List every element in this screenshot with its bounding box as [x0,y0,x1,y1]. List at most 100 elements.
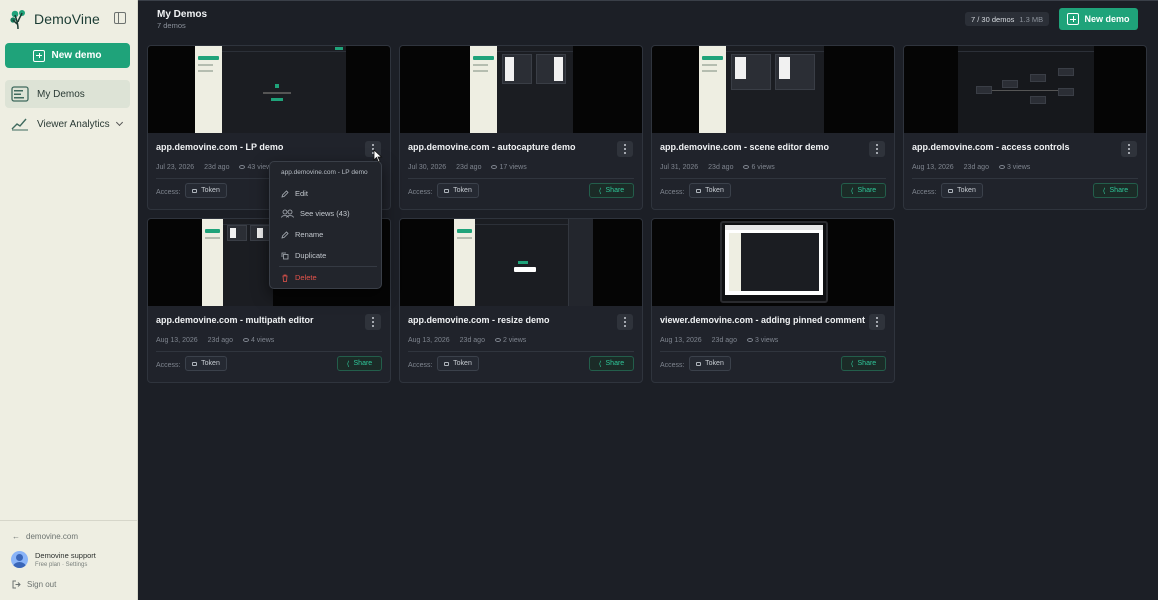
token-access-button[interactable]: Token [437,356,479,371]
eye-icon [743,165,750,170]
token-label: Token [453,187,472,194]
sidebar-item-my-demos[interactable]: My Demos [5,80,130,108]
arrow-left-icon: ← [12,532,20,541]
demo-meta: Jul 30, 2026 23d ago 17 views [408,164,527,171]
card-divider [660,178,886,179]
demo-title[interactable]: app.demovine.com - resize demo [408,315,550,325]
demo-date: Aug 13, 2026 [660,337,702,344]
menu-item-label: Delete [295,273,317,282]
more-options-button[interactable] [869,141,885,157]
token-access-button[interactable]: Token [941,183,983,198]
laptop-mockup [720,221,828,303]
demo-card[interactable]: app.demovine.com - scene editor demo Jul… [651,45,895,210]
demo-date: Aug 13, 2026 [156,337,198,344]
demo-thumbnail[interactable] [652,219,894,306]
share-button[interactable]: ⟨ Share [841,356,886,371]
lock-icon [192,361,198,366]
view-count: 3 views [998,164,1030,171]
menu-item-see-views[interactable]: See views (43) [281,209,350,218]
quota-badge: 7 / 30 demos 1.3 MB [965,12,1050,26]
sign-out-button[interactable]: Sign out [12,580,56,589]
demo-title[interactable]: app.demovine.com - autocapture demo [408,142,576,152]
more-options-button[interactable] [365,314,381,330]
share-button[interactable]: ⟨ Share [337,356,382,371]
more-options-button[interactable] [869,314,885,330]
sidebar-item-label: Viewer Analytics [37,118,110,130]
analytics-chart-icon [11,118,28,131]
mouse-cursor-icon [373,149,383,163]
access-label: Access: [912,189,937,196]
demo-title[interactable]: app.demovine.com - LP demo [156,142,283,152]
demo-title[interactable]: app.demovine.com - access controls [912,142,1070,152]
demo-card[interactable]: app.demovine.com - resize demo Aug 13, 2… [399,218,643,383]
sidebar-item-viewer-analytics[interactable]: Viewer Analytics [5,110,130,138]
demo-thumbnail[interactable] [148,46,390,133]
pencil-icon [281,230,289,239]
share-label: Share [353,360,373,367]
menu-item-label: Edit [295,189,308,198]
share-button[interactable]: ⟨ Share [841,183,886,198]
pencil-icon [281,189,289,198]
share-button[interactable]: ⟨ Share [589,183,634,198]
demo-thumbnail[interactable] [400,219,642,306]
demo-thumbnail[interactable] [904,46,1146,133]
menu-item-delete[interactable]: Delete [281,273,317,282]
demo-meta: Aug 13, 2026 23d ago 3 views [912,164,1030,171]
menu-item-label: Duplicate [295,251,327,260]
sign-out-label: Sign out [27,580,57,589]
token-access-button[interactable]: Token [689,183,731,198]
share-icon: ⟨ [850,360,854,368]
share-label: Share [605,187,625,194]
user-name: Demovine support [35,551,96,560]
more-options-button[interactable] [1121,141,1137,157]
demo-age: 23d ago [204,164,230,171]
token-access-button[interactable]: Token [689,356,731,371]
lock-icon [948,188,954,193]
new-demo-button[interactable]: New demo [5,43,130,68]
sidebar-collapse-icon[interactable] [114,12,126,24]
new-demo-header-button[interactable]: New demo [1059,8,1138,30]
demo-thumbnail[interactable] [652,46,894,133]
share-label: Share [1109,187,1129,194]
access-label: Access: [408,362,433,369]
menu-item-duplicate[interactable]: Duplicate [281,251,326,260]
demo-title[interactable]: app.demovine.com - multipath editor [156,315,314,325]
share-icon: ⟨ [346,360,350,368]
share-button[interactable]: ⟨ Share [589,356,634,371]
eye-icon [746,338,753,343]
menu-item-rename[interactable]: Rename [281,230,323,239]
demo-card[interactable]: app.demovine.com - autocapture demo Jul … [399,45,643,210]
demo-age: 23d ago [963,164,989,171]
back-to-site-link[interactable]: ← demovine.com [12,532,78,541]
more-options-button[interactable] [617,141,633,157]
demo-age: 23d ago [456,164,482,171]
view-count: 4 views [242,337,274,344]
more-options-button[interactable] [617,314,633,330]
token-access-button[interactable]: Token [185,183,227,198]
demo-date: Jul 31, 2026 [660,164,699,171]
demo-age: 23d ago [711,337,737,344]
token-access-button[interactable]: Token [437,183,479,198]
demo-card[interactable]: app.demovine.com - access controls Aug 1… [903,45,1147,210]
top-border [138,0,1158,1]
demo-title[interactable]: app.demovine.com - scene editor demo [660,142,829,152]
lock-icon [444,188,450,193]
trash-icon [282,274,288,282]
user-profile[interactable]: Demovine support Free plan · Settings [11,551,96,568]
menu-item-label: Rename [295,230,324,239]
view-count: 3 views [746,337,778,344]
demo-count: 7 demos [157,21,186,30]
demo-title[interactable]: viewer.demovine.com - adding pinned comm… [660,315,865,325]
view-count: 6 views [743,164,775,171]
demo-date: Aug 13, 2026 [912,164,954,171]
card-divider [660,351,886,352]
plus-icon [33,49,46,62]
share-icon: ⟨ [1102,187,1106,195]
menu-title: app.demovine.com - LP demo [281,169,368,176]
brand-logo[interactable]: DemoVine [8,8,100,30]
share-button[interactable]: ⟨ Share [1093,183,1138,198]
demo-card[interactable]: viewer.demovine.com - adding pinned comm… [651,218,895,383]
demo-thumbnail[interactable] [400,46,642,133]
menu-item-edit[interactable]: Edit [281,189,308,198]
token-access-button[interactable]: Token [185,356,227,371]
